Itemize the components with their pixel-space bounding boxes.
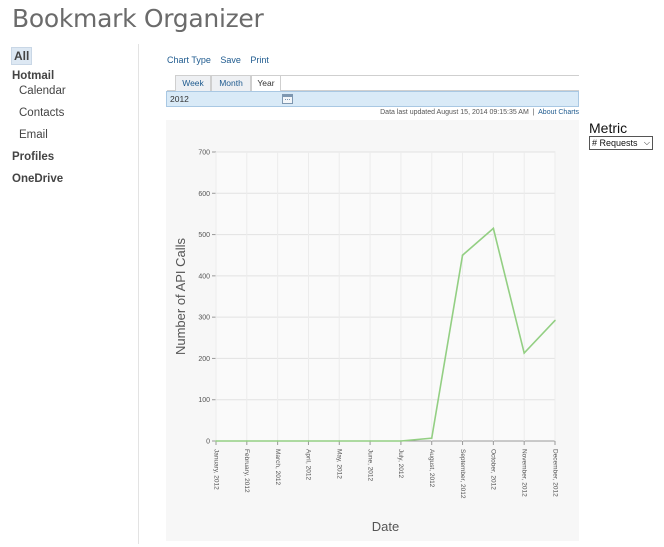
data-point — [523, 352, 525, 354]
metric-selected-value: # Requests — [592, 138, 638, 148]
chart-type-link[interactable]: Chart Type — [167, 55, 211, 65]
data-point — [430, 437, 433, 439]
data-point — [246, 440, 248, 442]
y-tick-label: 700 — [198, 150, 210, 157]
tab-week[interactable]: Week — [175, 75, 211, 91]
x-tick-label: August, 2012 — [428, 449, 435, 488]
x-axis-title: Date — [372, 519, 399, 534]
data-point — [492, 227, 495, 230]
x-tick-label: December, 2012 — [551, 449, 558, 497]
calendar-icon[interactable] — [282, 94, 293, 104]
y-axis-title: Number of API Calls — [173, 237, 188, 355]
nav-onedrive[interactable]: OneDrive — [12, 173, 63, 185]
sidebar: All Hotmail Calendar Contacts Email Prof… — [0, 44, 139, 544]
nav-email[interactable]: Email — [19, 129, 48, 141]
data-point — [276, 440, 279, 442]
chart-toolbar: Chart Type Save Print — [167, 55, 276, 65]
y-tick-label: 200 — [198, 356, 210, 363]
data-point — [307, 440, 310, 442]
y-tick-label: 300 — [198, 315, 210, 322]
plot-area — [215, 151, 556, 442]
x-tick-label: April, 2012 — [305, 449, 312, 480]
x-tick-label: February, 2012 — [243, 449, 250, 493]
about-charts-link[interactable]: About Charts — [538, 109, 579, 116]
data-point — [369, 440, 371, 442]
period-tabs: Week Month Year — [167, 75, 579, 92]
x-tick-label: May, 2012 — [336, 449, 343, 479]
nav-hotmail[interactable]: Hotmail — [12, 70, 54, 82]
chevron-down-icon: ⌵ — [643, 138, 650, 147]
chart-area: 0 100 200 300 400 500 600 700 January, 2012 Febru… — [166, 120, 579, 541]
x-tick-label: July, 2012 — [397, 449, 404, 479]
data-point — [338, 440, 341, 442]
print-link[interactable]: Print — [250, 55, 269, 65]
nav-profiles[interactable]: Profiles — [12, 151, 54, 163]
tabs-divider — [279, 75, 579, 76]
metric-label: Metric — [589, 120, 628, 136]
date-picker[interactable]: 2012 — [166, 91, 579, 107]
nav-contacts[interactable]: Contacts — [19, 107, 64, 119]
data-point — [554, 319, 556, 322]
metric-dropdown[interactable]: # Requests ⌵ — [589, 136, 653, 150]
app-title: Bookmark Organizer — [12, 4, 264, 33]
x-tick-label: January, 2012 — [212, 449, 219, 490]
last-updated-text: Data last updated August 15, 2014 09:15:… — [380, 109, 529, 116]
tab-month[interactable]: Month — [211, 75, 251, 91]
y-tick-label: 0 — [206, 439, 210, 446]
data-point — [461, 254, 464, 257]
x-tick-label: September, 2012 — [459, 449, 466, 499]
x-tick-label: March, 2012 — [274, 449, 281, 486]
nav-calendar[interactable]: Calendar — [19, 85, 66, 97]
y-tick-label: 500 — [198, 232, 210, 239]
x-tick-label: June, 2012 — [366, 449, 373, 482]
y-tick-label: 100 — [198, 397, 210, 404]
data-point — [400, 440, 402, 442]
last-updated: Data last updated August 15, 2014 09:15:… — [380, 109, 579, 116]
save-link[interactable]: Save — [220, 55, 241, 65]
x-tick-label: October, 2012 — [490, 449, 497, 490]
tab-year[interactable]: Year — [251, 75, 281, 92]
y-tick-label: 600 — [198, 191, 210, 198]
x-tick-label: November, 2012 — [520, 449, 527, 497]
year-value: 2012 — [170, 94, 189, 104]
y-tick-label: 400 — [198, 273, 210, 280]
status-separator: | — [532, 109, 535, 116]
nav-all[interactable]: All — [11, 47, 33, 65]
api-calls-chart: 0 100 200 300 400 500 600 700 January, 2012 Febru… — [173, 150, 558, 535]
data-point — [215, 440, 217, 442]
